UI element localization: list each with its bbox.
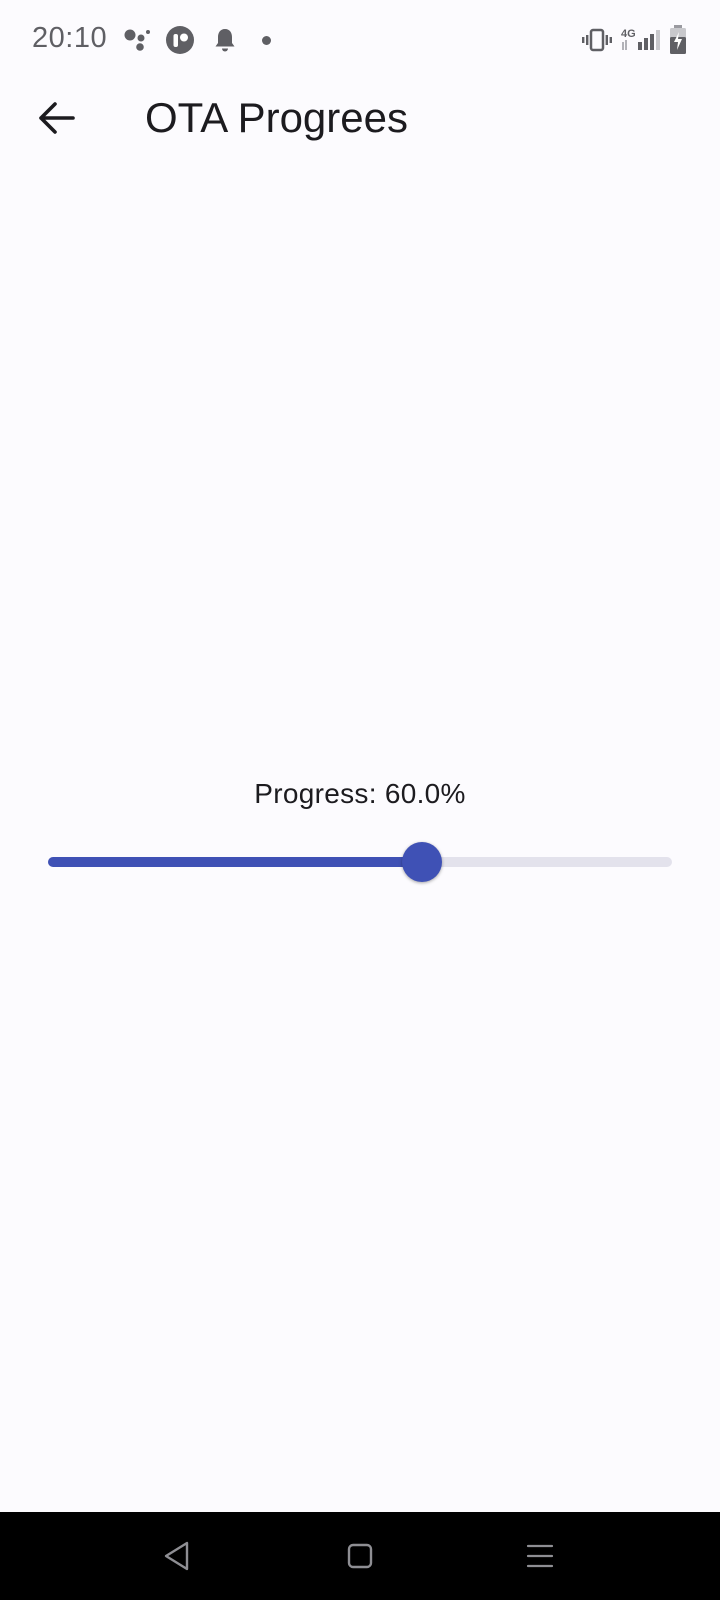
nav-home-button[interactable] (338, 1534, 382, 1578)
dot-icon (262, 36, 271, 45)
slider-fill (48, 857, 423, 867)
vibrate-icon (582, 28, 612, 52)
page-title: OTA Progrees (145, 94, 408, 141)
progress-label: Progress: 60.0% (254, 778, 466, 809)
assistant-dots-icon (124, 29, 150, 51)
nav-back-button[interactable] (155, 1534, 199, 1578)
app-notification-icon (166, 26, 194, 54)
battery-charging-icon (670, 25, 686, 54)
nav-back-icon (164, 1541, 189, 1571)
nav-home-icon (347, 1543, 373, 1569)
arrow-back-icon (39, 102, 75, 134)
app-bar: OTA Progrees (0, 82, 720, 154)
signal-icon (622, 30, 660, 50)
status-bar: 20:10 4G (0, 0, 720, 82)
navigation-bar (0, 1512, 720, 1600)
nav-menu-button[interactable] (518, 1534, 562, 1578)
back-button[interactable] (28, 90, 84, 146)
bell-icon (215, 29, 235, 52)
nav-menu-icon (526, 1544, 554, 1568)
slider-thumb[interactable] (402, 842, 443, 882)
progress-slider[interactable] (48, 842, 672, 882)
status-time: 20:10 (32, 22, 108, 54)
